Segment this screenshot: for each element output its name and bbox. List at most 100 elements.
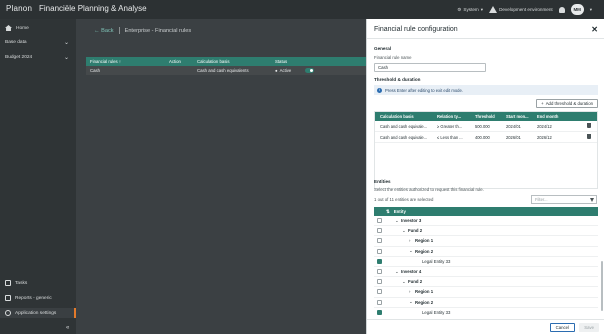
- entity-label: Region 2: [415, 248, 434, 254]
- add-threshold-label: Add threshold & duration: [545, 101, 593, 106]
- rule-name-input[interactable]: Cash: [374, 63, 486, 72]
- column-header-start-month[interactable]: Start mon...: [506, 114, 537, 119]
- avatar[interactable]: MM: [570, 4, 584, 15]
- column-header-calculation-basis[interactable]: Calculation basis: [197, 59, 275, 64]
- entity-row[interactable]: ⌄ Region 2: [374, 247, 598, 257]
- expand-icon[interactable]: ⌄: [395, 218, 399, 224]
- cancel-button[interactable]: Cancel: [549, 323, 575, 332]
- expand-icon[interactable]: ›: [409, 238, 413, 243]
- entity-name: ⌄ Region 2: [409, 248, 433, 254]
- expand-icon[interactable]: ⌄: [402, 228, 406, 234]
- divider: [118, 27, 120, 34]
- column-header-action[interactable]: Action: [169, 59, 197, 64]
- warning-icon: [489, 6, 498, 13]
- delete-button[interactable]: [583, 123, 595, 129]
- column-header-entity[interactable]: Entity: [394, 209, 406, 214]
- entity-checkbox[interactable]: [377, 258, 382, 264]
- entity-name: › Region 1: [409, 238, 433, 243]
- sidebar-item-reports[interactable]: Reports - generic: [0, 293, 76, 303]
- expand-icon[interactable]: ⌄: [402, 279, 406, 285]
- expand-icon[interactable]: ⌄: [409, 248, 413, 254]
- entity-checkbox[interactable]: [377, 218, 382, 224]
- column-header-calculation-basis[interactable]: Calculation basis: [375, 114, 437, 119]
- entity-label: Region 1: [415, 238, 434, 244]
- save-button[interactable]: Save: [579, 323, 599, 332]
- column-header-relation-type[interactable]: Relation ty...: [437, 114, 475, 119]
- scrollbar[interactable]: [601, 261, 603, 311]
- planon-logo[interactable]: Planon: [6, 4, 32, 13]
- entity-tree: ⌄ Investor 3 ⌄ Fund 2 › Region 1 ⌄ Region 2 Lega…: [374, 216, 598, 317]
- filter-icon[interactable]: [590, 198, 594, 202]
- entity-row[interactable]: Legal Entity 33: [374, 308, 598, 317]
- entity-table-header: ⇅ Entity: [374, 207, 598, 216]
- sort-icon[interactable]: ⇅: [386, 209, 390, 215]
- sidebar-item-home[interactable]: Home: [0, 23, 76, 33]
- tasks-icon: [5, 280, 11, 286]
- expand-icon[interactable]: ⌄: [409, 299, 413, 305]
- entity-label: Fund 2: [408, 279, 423, 285]
- entity-label: Investor 4: [401, 269, 422, 275]
- entity-label: Legal Entity 33: [422, 309, 451, 315]
- column-header-status[interactable]: Status: [275, 59, 335, 64]
- entity-filter-input[interactable]: Filter...: [531, 195, 597, 204]
- system-menu[interactable]: ⚙ System ▾: [457, 7, 483, 13]
- table-row[interactable]: Cash and cash equivale... ≤ Less than ..…: [375, 132, 597, 143]
- entity-row[interactable]: ⌄ Investor 4: [374, 267, 598, 278]
- bell-icon[interactable]: [558, 6, 565, 13]
- entity-label: Region 2: [415, 299, 434, 305]
- rule-basis: Cash and cash equivalents: [197, 68, 249, 73]
- entity-checkbox[interactable]: [377, 289, 382, 295]
- entity-row[interactable]: ⌄ Fund 2: [374, 226, 598, 237]
- gear-icon: ⚙: [457, 6, 462, 12]
- entity-label: Region 1: [415, 289, 434, 295]
- chevron-down-icon[interactable]: ▾: [590, 7, 592, 13]
- column-header-financial-rules[interactable]: Financial rules ↑: [86, 59, 169, 64]
- expand-icon[interactable]: ›: [409, 289, 413, 294]
- table-header: Financial rules ↑ Action Calculation bas…: [86, 57, 376, 66]
- entities-selected-count: 1 out of 11 entities are selected: [374, 197, 434, 202]
- entity-checkbox[interactable]: [377, 228, 382, 234]
- close-icon[interactable]: ✕: [591, 25, 598, 34]
- entity-row[interactable]: ⌄ Region 2: [374, 298, 598, 308]
- rule-status: ● Active: [275, 68, 335, 73]
- status-toggle[interactable]: [305, 68, 315, 73]
- sidebar-item-base-data[interactable]: Base data ⌄: [0, 37, 76, 47]
- entity-checkbox[interactable]: [377, 269, 382, 275]
- entity-checkbox[interactable]: [377, 299, 382, 305]
- entity-row[interactable]: › Region 1: [374, 236, 598, 247]
- panel-title: Financial rule configuration: [374, 26, 458, 33]
- reports-icon: [5, 295, 11, 301]
- sidebar-item-label: Application settings: [15, 310, 57, 316]
- table-row[interactable]: Cash Cash and cash equivalents ● Active: [86, 66, 376, 75]
- add-threshold-button[interactable]: + Add threshold & duration: [536, 99, 598, 108]
- collapse-sidebar-icon[interactable]: «: [66, 325, 69, 331]
- back-button[interactable]: ← Back: [94, 28, 114, 34]
- environment-indicator: Development environment: [489, 6, 553, 13]
- info-text: Press Enter after editing to exit edit m…: [385, 87, 463, 93]
- entity-checkbox[interactable]: [377, 238, 382, 244]
- panel-footer: Cancel Save: [367, 319, 604, 334]
- entity-checkbox[interactable]: [377, 248, 382, 254]
- sidebar-item-application-settings[interactable]: Application settings: [0, 308, 76, 318]
- expand-icon[interactable]: ⌄: [395, 269, 399, 275]
- entity-row[interactable]: ⌄ Investor 3: [374, 216, 598, 227]
- sidebar-item-label: Tasks: [15, 280, 28, 286]
- sidebar-item-tasks[interactable]: Tasks: [0, 278, 76, 288]
- system-label: System: [463, 7, 479, 12]
- entity-row[interactable]: › Region 1: [374, 287, 598, 298]
- delete-button[interactable]: [583, 134, 595, 140]
- trash-icon: [587, 123, 591, 128]
- column-header-end-month[interactable]: End month: [537, 114, 583, 119]
- column-header-threshold[interactable]: Threshold: [475, 114, 506, 119]
- entity-checkbox[interactable]: [377, 309, 382, 315]
- entity-row[interactable]: Legal Entity 33: [374, 257, 598, 267]
- select-all-checkbox[interactable]: [377, 209, 382, 214]
- sidebar-item-budget-2024[interactable]: Budget 2024 ⌄: [0, 52, 76, 62]
- chevron-down-icon: ⌄: [63, 54, 69, 61]
- entity-checkbox[interactable]: [377, 279, 382, 285]
- entity-name: Legal Entity 33: [416, 259, 450, 264]
- entity-label: Fund 2: [408, 228, 423, 234]
- threshold-start: 2024/01: [506, 123, 521, 129]
- table-row[interactable]: Cash and cash equivale... ≥ Greater th..…: [375, 121, 597, 132]
- entity-row[interactable]: ⌄ Fund 2: [374, 277, 598, 288]
